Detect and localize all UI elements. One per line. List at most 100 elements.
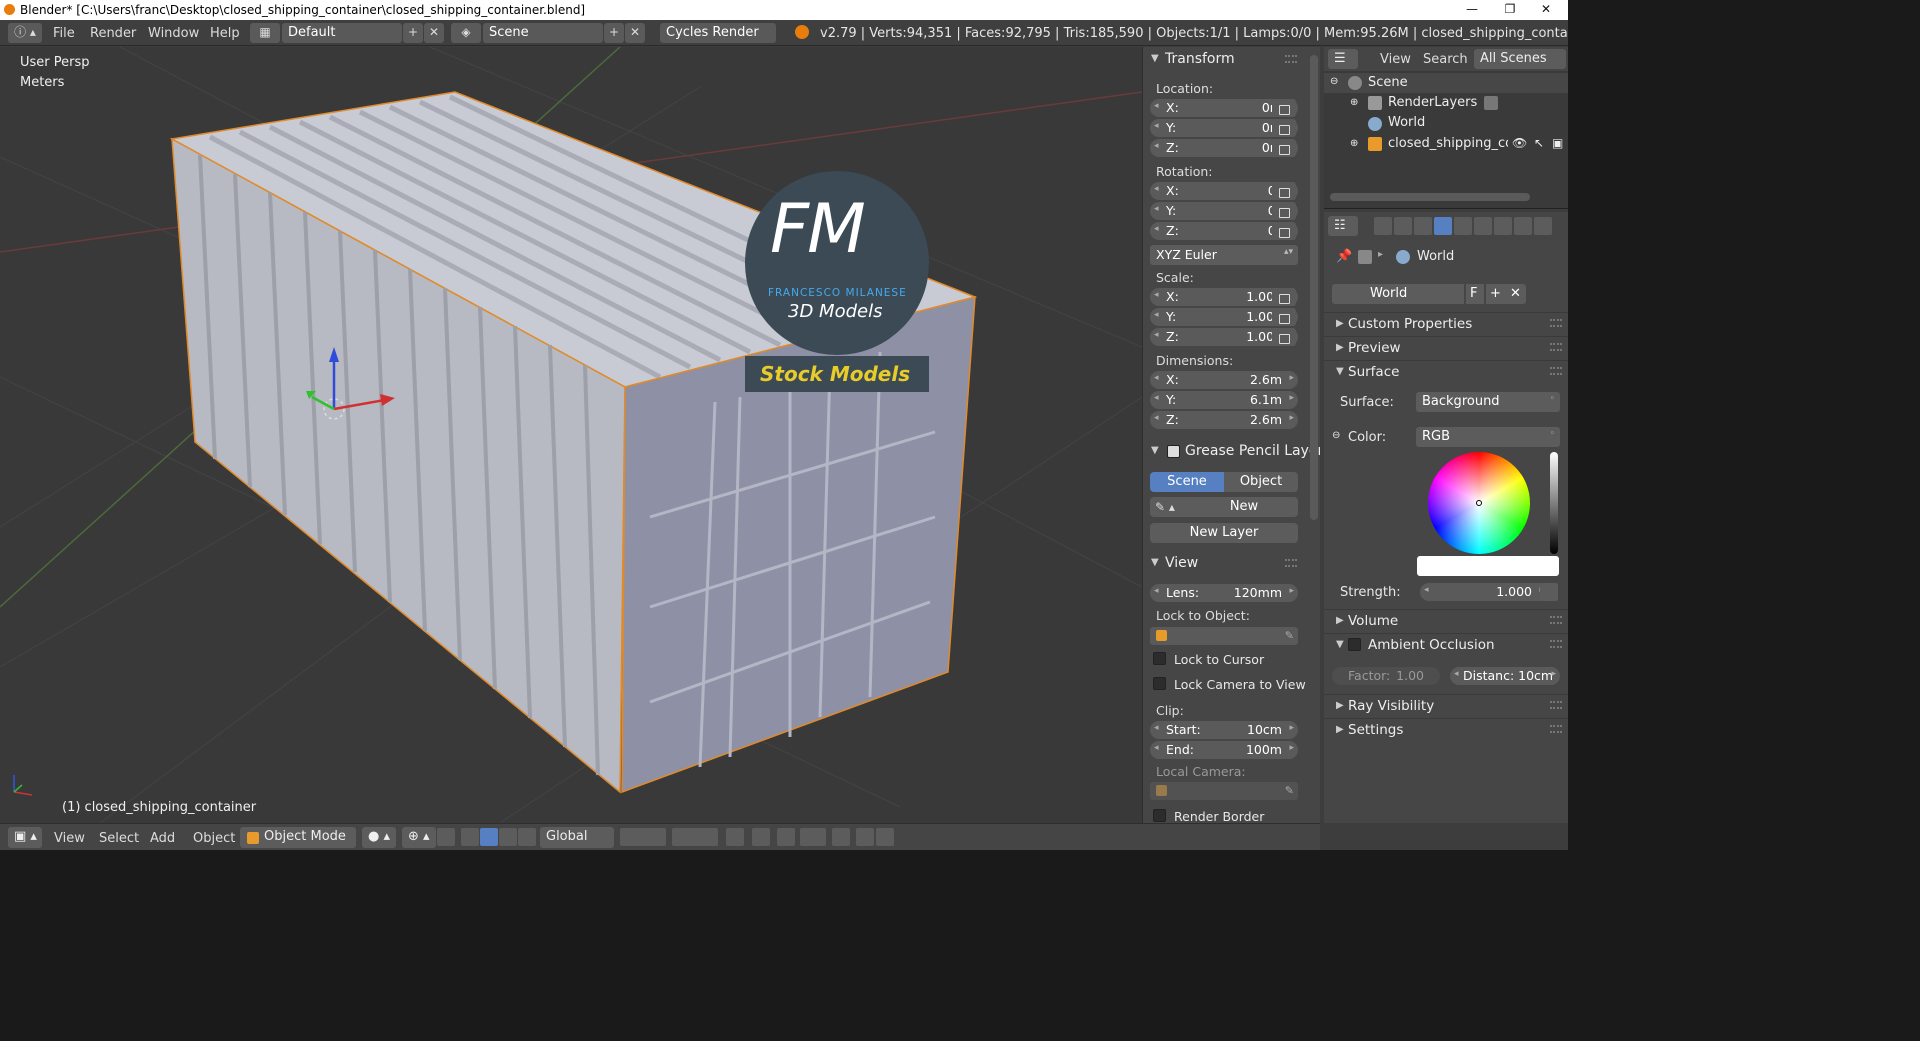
tab-world-icon[interactable] [1434,217,1452,235]
color-mode-select[interactable]: RGB ◦ [1416,427,1560,447]
value-slider[interactable] [1550,452,1558,554]
section-custom-properties[interactable]: ▶ Custom Properties [1324,312,1568,335]
render-layer-toggle-icon[interactable] [1484,96,1498,110]
lens-field[interactable]: ◂ Lens: 120mm ▸ [1150,584,1298,602]
transform-panel-header[interactable]: ▼ Transform [1143,49,1303,71]
section-ray-visibility[interactable]: ▶ Ray Visibility [1324,694,1568,717]
rotate-manipulator-icon[interactable] [480,828,498,846]
surface-select[interactable]: Background ◦ [1416,392,1560,412]
outliner-world-label[interactable]: World [1388,115,1425,130]
tab-constraints-icon[interactable] [1474,217,1492,235]
scene-field[interactable]: Scene [483,23,603,43]
color-picker-handle-icon[interactable] [1476,500,1482,506]
opengl-animation-icon[interactable] [876,828,894,846]
new-layer-button[interactable]: New Layer [1150,523,1298,543]
grease-pencil-enable-checkbox[interactable] [1167,445,1180,458]
section-volume[interactable]: ▶ Volume [1324,609,1568,632]
menu-render[interactable]: Render [90,26,136,41]
lock-rotation-z-icon[interactable] [1272,222,1296,240]
dimension-z-field[interactable]: ◂ Z: 2.6m ▸ [1150,411,1298,429]
add-screen-icon[interactable]: + [403,23,423,43]
pivot-point-icon[interactable]: ⊕ ▴ [402,827,436,848]
expand-icon[interactable]: ⊕ [1350,138,1358,149]
strength-field[interactable]: ◂1.000▸ [1420,583,1548,601]
color-wheel[interactable] [1428,452,1530,554]
menu-object[interactable]: Object [193,831,235,846]
expand-color-icon[interactable]: ⊖ [1332,430,1340,441]
menu-select[interactable]: Select [99,831,139,846]
drag-grip-icon[interactable] [1285,559,1297,567]
tab-data-icon[interactable] [1514,217,1532,235]
rotation-mode-select[interactable]: XYZ Euler ▴▾ [1150,245,1298,265]
menu-add[interactable]: Add [150,831,175,846]
expand-icon[interactable]: ⊕ [1350,97,1358,108]
remove-scene-icon[interactable]: ✕ [625,23,645,43]
tab-scene-icon[interactable] [1414,217,1432,235]
tab-render-layers-icon[interactable] [1394,217,1412,235]
layer-lock-icon[interactable] [726,828,744,846]
lock-location-x-icon[interactable] [1272,99,1296,117]
lock-scale-z-icon[interactable] [1272,328,1296,346]
world-name-field[interactable]: World [1364,284,1464,304]
pin-icon[interactable]: 📌 [1336,249,1352,264]
outliner-renderlayers-label[interactable]: RenderLayers [1388,95,1477,110]
cursor-select-icon[interactable]: ↖ [1534,136,1544,150]
scene-layers-2-icon[interactable] [672,828,718,846]
manipulator-toggle-icon[interactable] [437,828,455,846]
outliner-menu-search[interactable]: Search [1423,52,1468,67]
lock-to-cursor-checkbox[interactable] [1153,652,1166,665]
lock-rotation-y-icon[interactable] [1272,202,1296,220]
drag-grip-icon[interactable] [1285,55,1297,63]
outliner-object-label[interactable]: closed_shipping_contai [1388,136,1508,151]
tab-render-icon[interactable] [1374,217,1392,235]
opengl-render-icon[interactable] [856,828,874,846]
tab-object-icon[interactable] [1454,217,1472,235]
lock-camera-checkbox[interactable] [1153,677,1166,690]
tab-modifiers-icon[interactable] [1494,217,1512,235]
screen-layout-field[interactable]: Default [282,23,402,43]
outliner-menu-view[interactable]: View [1380,52,1411,67]
lock-location-z-icon[interactable] [1272,139,1296,157]
view-panel-header[interactable]: ▼ View [1143,553,1303,575]
outliner-row-scene[interactable]: ⊖ Scene [1324,73,1568,93]
close-button[interactable]: ✕ [1524,0,1568,20]
menu-view[interactable]: View [54,831,85,846]
section-surface[interactable]: ▼ Surface [1324,360,1568,383]
lock-scale-y-icon[interactable] [1272,308,1296,326]
manipulator-extra-icon[interactable] [518,828,536,846]
section-preview[interactable]: ▶ Preview [1324,336,1568,359]
render-camera-icon[interactable]: ▣ [1552,136,1563,150]
lock-object-field[interactable]: ✎ [1150,627,1298,645]
dimension-x-field[interactable]: ◂ X: 2.6m ▸ [1150,371,1298,389]
world-browse-icon[interactable] [1332,284,1364,304]
render-border-checkbox[interactable] [1153,809,1166,822]
unlink-world-icon[interactable]: ✕ [1506,284,1526,304]
fake-user-toggle[interactable]: F [1466,284,1484,304]
ao-distance-field[interactable]: ◂ Distanc: 10cm ▸ [1450,667,1560,685]
section-ambient-occlusion[interactable]: ▼ Ambient Occlusion [1324,633,1568,656]
snap-toggle-icon[interactable] [777,828,795,846]
menu-help[interactable]: Help [210,26,240,41]
grease-tab-scene[interactable]: Scene [1150,472,1224,492]
local-camera-field[interactable]: ✎ [1150,782,1298,800]
proportional-edit-icon[interactable] [752,828,770,846]
shelf-scrollbar[interactable] [1310,55,1318,520]
snap-element-icon[interactable] [800,828,826,846]
grease-pencil-panel-header[interactable]: ▼ Grease Pencil Layer [1143,441,1320,463]
tab-material-icon[interactable] [1534,217,1552,235]
outliner-hscrollbar[interactable] [1330,193,1530,201]
scale-manipulator-icon[interactable] [499,828,517,846]
strength-socket-icon[interactable] [1540,583,1558,601]
ao-factor-field[interactable]: Factor: 1.00 [1332,667,1440,685]
transform-orientation-select[interactable]: Global [540,827,614,848]
dimension-y-field[interactable]: ◂ Y: 6.1m ▸ [1150,391,1298,409]
translate-manipulator-icon[interactable] [461,828,479,846]
grease-tab-object[interactable]: Object [1224,472,1298,492]
clip-end-field[interactable]: ◂ End: 100m ▸ [1150,741,1298,759]
3d-viewport[interactable]: User Persp Meters (1) closed_shipping_co… [0,47,1142,823]
eye-icon[interactable]: 👁 [1512,136,1527,150]
render-engine-select[interactable]: Cycles Render [660,23,776,43]
lock-location-y-icon[interactable] [1272,119,1296,137]
editor-type-properties-icon[interactable]: ☷ [1328,216,1358,236]
section-settings[interactable]: ▶ Settings [1324,718,1568,741]
